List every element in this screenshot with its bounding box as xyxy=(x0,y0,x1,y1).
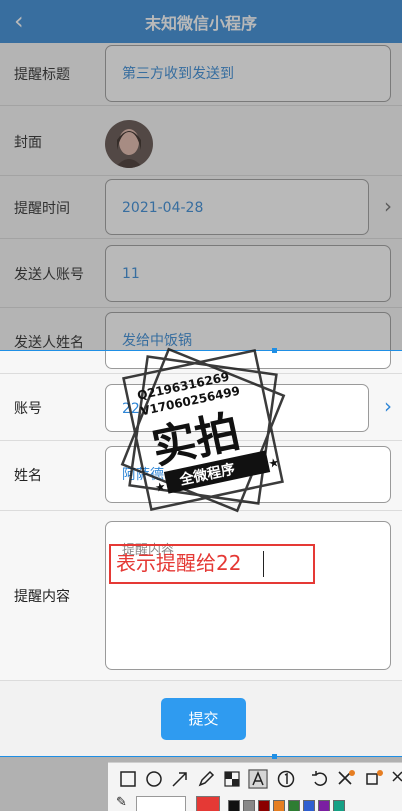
row-sender-account: 发送人账号 11 xyxy=(0,239,402,308)
cover-avatar[interactable] xyxy=(105,120,153,168)
number-marker-icon[interactable] xyxy=(276,769,296,789)
color-swatch[interactable] xyxy=(258,800,270,811)
label-reminder-title: 提醒标题 xyxy=(14,67,70,83)
current-color-swatch[interactable] xyxy=(196,796,220,811)
annotation-toolbar: ✎ xyxy=(108,762,402,811)
undo-icon[interactable] xyxy=(310,769,330,789)
chevron-right-icon[interactable]: › xyxy=(384,194,392,218)
pin-icon[interactable] xyxy=(364,769,384,789)
reminder-title-input[interactable]: 第三方收到发送到 xyxy=(105,45,391,102)
color-swatch[interactable] xyxy=(303,800,315,811)
title-bar: ‹ 末知微信小程序 xyxy=(0,0,402,43)
row-reminder-time: 提醒时间 2021-04-28 › xyxy=(0,176,402,239)
color-swatch[interactable] xyxy=(288,800,300,811)
row-cover: 封面 xyxy=(0,106,402,176)
rectangle-tool-icon[interactable] xyxy=(118,769,138,789)
arrow-tool-icon[interactable] xyxy=(170,769,190,789)
label-name: 姓名 xyxy=(14,468,42,484)
pen-size-icon[interactable]: ✎ xyxy=(116,795,127,810)
submit-button[interactable]: 提交 xyxy=(161,698,246,740)
mosaic-tool-icon[interactable] xyxy=(222,769,242,789)
ellipse-tool-icon[interactable] xyxy=(144,769,164,789)
label-sender-account: 发送人账号 xyxy=(14,267,84,283)
color-swatch[interactable] xyxy=(318,800,330,811)
row-reminder-title: 提醒标题 第三方收到发送到 xyxy=(0,43,402,106)
watermark-stamp: Q2196316269 V17060256499 实拍 全微程序 ★ ★ xyxy=(120,347,286,513)
label-reminder-time: 提醒时间 xyxy=(14,201,70,217)
page-title: 末知微信小程序 xyxy=(144,14,257,33)
label-account: 账号 xyxy=(14,401,42,417)
cancel-icon[interactable] xyxy=(336,769,356,789)
label-content: 提醒内容 xyxy=(14,589,70,605)
text-caret xyxy=(263,551,264,577)
annotation-text[interactable]: 表示提醒给22 xyxy=(116,551,241,575)
pen-tool-icon[interactable] xyxy=(196,769,216,789)
color-swatch[interactable] xyxy=(273,800,285,811)
selection-handle-bottom[interactable] xyxy=(272,754,277,759)
color-swatch[interactable] xyxy=(228,800,240,811)
chevron-right-icon[interactable]: › xyxy=(384,394,392,418)
expand-icon[interactable] xyxy=(390,769,402,789)
font-size-field[interactable] xyxy=(136,796,186,811)
text-tool-icon[interactable] xyxy=(248,769,268,789)
selection-edge-bottom[interactable] xyxy=(0,756,402,757)
sender-account-input[interactable]: 11 xyxy=(105,245,391,302)
reminder-time-picker[interactable]: 2021-04-28 xyxy=(105,179,369,235)
color-swatch[interactable] xyxy=(243,800,255,811)
label-sender-name: 发送人姓名 xyxy=(14,335,84,351)
label-cover: 封面 xyxy=(14,135,42,151)
color-swatch[interactable] xyxy=(333,800,345,811)
